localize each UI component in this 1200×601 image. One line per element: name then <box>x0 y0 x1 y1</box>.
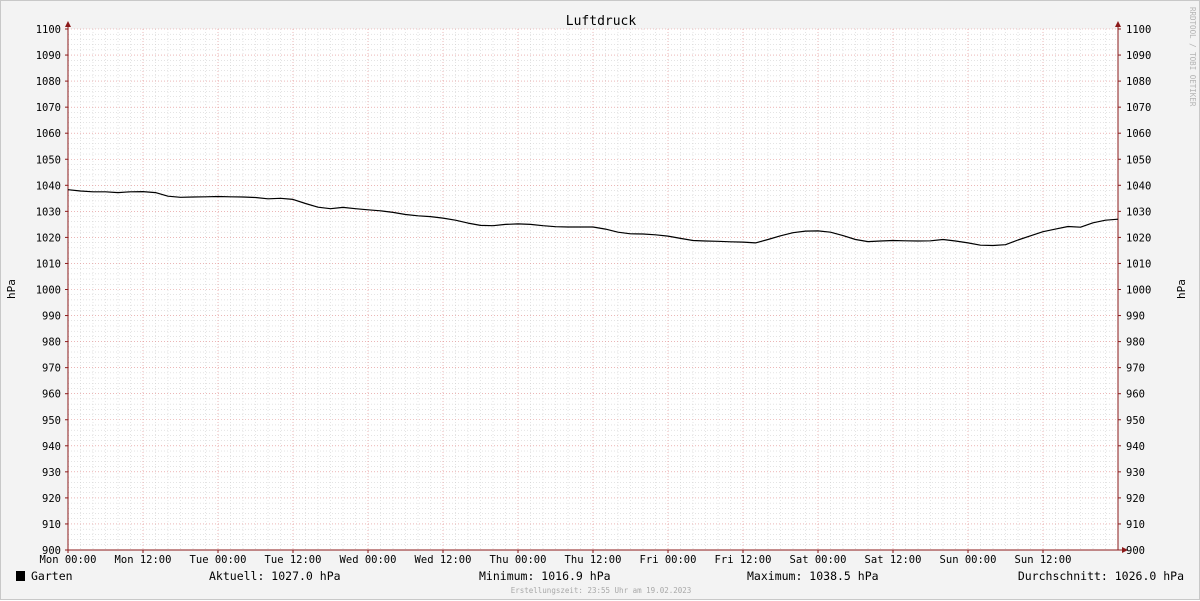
y-tick-label-right: 1070 <box>1126 102 1151 114</box>
y-tick-label-right: 920 <box>1126 493 1145 505</box>
y-tick-label-right: 910 <box>1126 519 1145 531</box>
y-tick-label-right: 1030 <box>1126 206 1151 218</box>
legend-maximum: Maximum: 1038.5 hPa <box>747 569 879 583</box>
y-tick-label-right: 1080 <box>1126 76 1151 88</box>
y-tick-label-left: 1090 <box>36 50 61 62</box>
y-tick-label-left: 1060 <box>36 128 61 140</box>
y-tick-label-right: 1090 <box>1126 50 1151 62</box>
legend-current: Aktuell: 1027.0 hPa <box>209 569 341 583</box>
x-tick-label: Wed 00:00 <box>340 554 397 566</box>
y-tick-label-left: 1100 <box>36 24 61 36</box>
y-tick-label-left: 1050 <box>36 154 61 166</box>
y-tick-label-left: 940 <box>42 441 61 453</box>
y-tick-label-right: 1000 <box>1126 285 1151 297</box>
y-axis-label-left: hPa <box>5 279 18 299</box>
y-tick-label-right: 980 <box>1126 337 1145 349</box>
legend-minimum: Minimum: 1016.9 hPa <box>479 569 611 583</box>
footer-timestamp: Erstellungszeit: 23:55 Uhr am 19.02.2023 <box>511 586 692 595</box>
chart-frame: 9009009109109209209309309409409509509609… <box>0 0 1200 600</box>
y-tick-label-left: 990 <box>42 311 61 323</box>
chart-canvas: 9009009109109209209309309409409509509609… <box>1 1 1200 601</box>
y-tick-label-right: 950 <box>1126 415 1145 427</box>
y-axis-arrow-right <box>1115 21 1121 27</box>
x-tick-label: Fri 12:00 <box>715 554 772 566</box>
y-tick-label-right: 900 <box>1126 545 1145 557</box>
x-tick-label: Sat 12:00 <box>865 554 922 566</box>
x-tick-label: Fri 00:00 <box>640 554 697 566</box>
x-tick-label: Sun 12:00 <box>1015 554 1072 566</box>
chart-title: Luftdruck <box>566 14 637 29</box>
y-tick-label-right: 970 <box>1126 363 1145 375</box>
y-tick-label-left: 920 <box>42 493 61 505</box>
x-tick-label: Thu 12:00 <box>565 554 622 566</box>
x-tick-label: Thu 00:00 <box>490 554 547 566</box>
y-tick-label-left: 1040 <box>36 180 61 192</box>
y-tick-label-left: 960 <box>42 389 61 401</box>
y-tick-label-left: 910 <box>42 519 61 531</box>
y-tick-label-left: 980 <box>42 337 61 349</box>
x-tick-label: Wed 12:00 <box>415 554 472 566</box>
y-axis-label-right: hPa <box>1175 279 1188 299</box>
y-axis-arrow-left <box>65 21 71 27</box>
y-tick-label-right: 1040 <box>1126 180 1151 192</box>
legend-swatch <box>16 571 25 581</box>
y-tick-label-right: 940 <box>1126 441 1145 453</box>
y-tick-label-right: 1010 <box>1126 258 1151 270</box>
legend-average: Durchschnitt: 1026.0 hPa <box>1018 569 1184 583</box>
legend-series-name: Garten <box>31 569 73 583</box>
y-tick-label-right: 990 <box>1126 311 1145 323</box>
y-tick-label-left: 1020 <box>36 232 61 244</box>
y-tick-label-right: 1100 <box>1126 24 1151 36</box>
y-tick-label-left: 970 <box>42 363 61 375</box>
y-tick-label-left: 1000 <box>36 285 61 297</box>
y-tick-label-right: 1050 <box>1126 154 1151 166</box>
y-tick-label-left: 1010 <box>36 258 61 270</box>
x-tick-label: Tue 12:00 <box>265 554 322 566</box>
y-tick-label-right: 1020 <box>1126 232 1151 244</box>
x-tick-label: Tue 00:00 <box>190 554 247 566</box>
y-tick-label-right: 930 <box>1126 467 1145 479</box>
x-tick-label: Sun 00:00 <box>940 554 997 566</box>
x-tick-label: Sat 00:00 <box>790 554 847 566</box>
x-tick-label: Mon 12:00 <box>115 554 172 566</box>
y-tick-label-left: 930 <box>42 467 61 479</box>
y-tick-label-left: 1080 <box>36 76 61 88</box>
y-tick-label-left: 1070 <box>36 102 61 114</box>
y-tick-label-right: 960 <box>1126 389 1145 401</box>
x-tick-label: Mon 00:00 <box>40 554 97 566</box>
y-tick-label-left: 950 <box>42 415 61 427</box>
watermark: RRDTOOL / TOBI OETIKER <box>1188 7 1197 107</box>
y-tick-label-right: 1060 <box>1126 128 1151 140</box>
y-tick-label-left: 1030 <box>36 206 61 218</box>
